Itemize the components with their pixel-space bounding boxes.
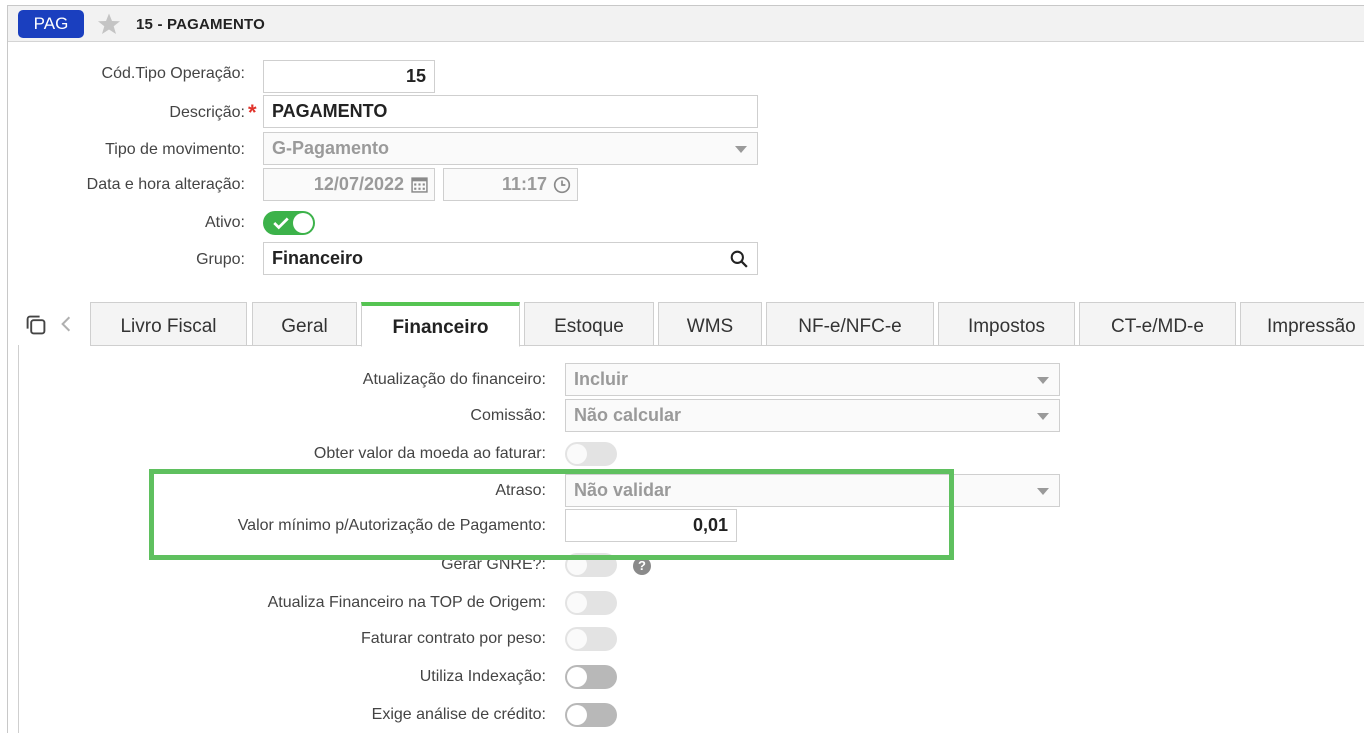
chevron-down-icon <box>1037 488 1049 495</box>
atualizacao-financeiro-value: Incluir <box>574 369 629 389</box>
page-title: 15 - PAGAMENTO <box>136 16 265 33</box>
data-field[interactable]: 12/07/2022 <box>263 168 435 201</box>
toggle-knob <box>567 593 587 613</box>
tab-geral[interactable]: Geral <box>252 302 357 346</box>
required-marker: * <box>248 100 257 125</box>
title-bar: PAG 15 - PAGAMENTO <box>8 6 1364 42</box>
highlight-box <box>149 469 954 560</box>
toggle-knob <box>567 444 587 464</box>
comissao-label: Comissão: <box>470 407 546 424</box>
toggle-knob <box>567 629 587 649</box>
search-icon[interactable] <box>730 250 748 268</box>
favorite-star-icon[interactable] <box>96 12 122 36</box>
hora-value: 11:17 <box>501 174 547 194</box>
chevron-down-icon <box>735 146 747 153</box>
faturar-contrato-peso-label: Faturar contrato por peso: <box>361 630 546 647</box>
comissao-select[interactable]: Não calcular <box>565 399 1060 432</box>
tab-financeiro[interactable]: Financeiro <box>361 302 520 347</box>
tipo-movimento-select[interactable]: G-Pagamento <box>263 132 758 165</box>
tipo-movimento-label: Tipo de movimento: <box>105 141 245 158</box>
atualiza-financeiro-origem-label: Atualiza Financeiro na TOP de Origem: <box>267 594 546 611</box>
cod-tipo-operacao-label: Cód.Tipo Operação: <box>101 65 245 82</box>
toggle-knob <box>293 213 313 233</box>
clock-icon[interactable] <box>553 176 571 194</box>
utiliza-indexacao-toggle[interactable] <box>565 665 617 689</box>
exige-analise-credito-label: Exige análise de crédito: <box>371 706 546 723</box>
exige-analise-credito-toggle[interactable] <box>565 703 617 727</box>
tab-impressao[interactable]: Impressão <box>1240 302 1364 346</box>
atualiza-financeiro-origem-toggle[interactable] <box>565 591 617 615</box>
copy-icon[interactable] <box>24 313 48 337</box>
chevron-down-icon <box>1037 377 1049 384</box>
tab-impostos[interactable]: Impostos <box>938 302 1075 346</box>
obter-valor-moeda-toggle[interactable] <box>565 442 617 466</box>
cod-tipo-operacao-field[interactable]: 15 <box>263 60 435 93</box>
module-badge: PAG <box>18 10 84 38</box>
tipo-movimento-value: G-Pagamento <box>272 138 390 158</box>
tab-content-border <box>18 345 19 733</box>
ativo-label: Ativo: <box>204 214 245 231</box>
toggle-knob <box>567 667 587 687</box>
check-icon <box>273 217 289 230</box>
data-hora-label: Data e hora alteração: <box>86 176 245 193</box>
ativo-toggle[interactable] <box>263 211 315 235</box>
data-value: 12/07/2022 <box>313 174 404 194</box>
tab-wms[interactable]: WMS <box>658 302 762 346</box>
grupo-label: Grupo: <box>196 251 245 268</box>
obter-valor-moeda-label: Obter valor da moeda ao faturar: <box>313 445 546 462</box>
descricao-field[interactable]: PAGAMENTO <box>263 95 758 128</box>
tab-cte-mdfe[interactable]: CT-e/MD-e <box>1079 302 1236 346</box>
tab-estoque[interactable]: Estoque <box>524 302 654 346</box>
tab-livro-fiscal[interactable]: Livro Fiscal <box>90 302 247 346</box>
chevron-down-icon <box>1037 413 1049 420</box>
faturar-contrato-peso-toggle[interactable] <box>565 627 617 651</box>
hora-field[interactable]: 11:17 <box>443 168 578 201</box>
grupo-value: Financeiro <box>272 248 364 268</box>
atualizacao-financeiro-label: Atualização do financeiro: <box>362 371 546 388</box>
utiliza-indexacao-label: Utiliza Indexação: <box>419 668 546 685</box>
descricao-label: Descrição: <box>169 104 245 121</box>
tab-nfe-nfce[interactable]: NF-e/NFC-e <box>766 302 934 346</box>
toggle-knob <box>567 705 587 725</box>
chevron-left-icon[interactable] <box>59 315 73 333</box>
grupo-field[interactable]: Financeiro <box>263 242 758 275</box>
calendar-icon[interactable] <box>411 176 428 193</box>
atualizacao-financeiro-select[interactable]: Incluir <box>565 363 1060 396</box>
comissao-value: Não calcular <box>574 405 682 425</box>
